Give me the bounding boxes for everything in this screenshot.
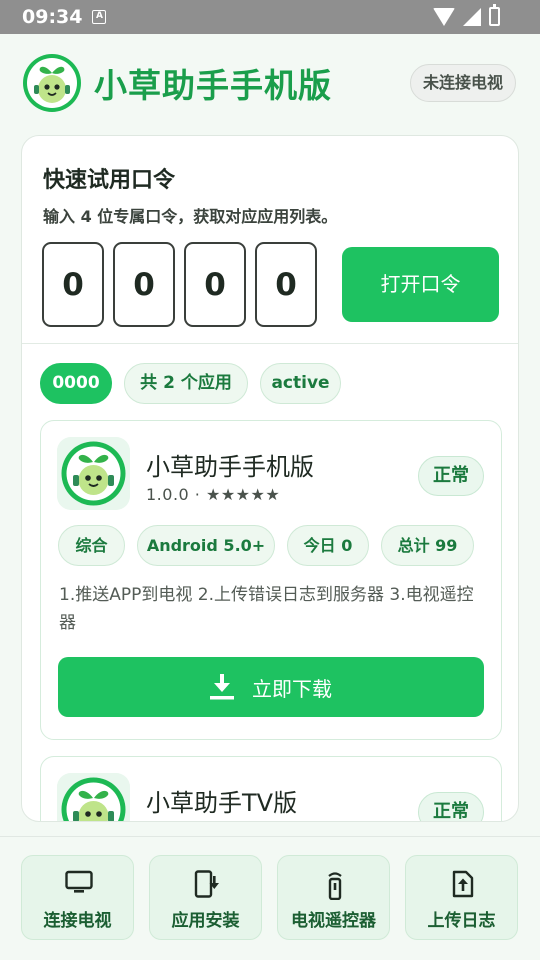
quick-trial-title: 快速试用口令: [43, 168, 176, 193]
file-upload-icon: [452, 870, 474, 898]
app-description: 1.推送APP到电视 2.上传错误日志到服务器 3.电视遥控器: [59, 585, 474, 633]
total-downloads-tag: 总计 99: [381, 525, 474, 566]
nav-label: 应用安装: [171, 911, 240, 931]
code-digit-input-4[interactable]: 0: [255, 242, 317, 327]
app-icon: [57, 773, 130, 821]
app-version-rating: 1.0.0 · ★★★★★: [146, 485, 281, 504]
code-digit-input-3[interactable]: 0: [184, 242, 246, 327]
quick-trial-description: 输入 4 位专属口令，获取对应应用列表。: [43, 207, 338, 226]
app-name: 小草助手手机版: [146, 453, 314, 481]
remote-icon: [328, 872, 342, 900]
phone-download-icon: [194, 870, 219, 898]
open-code-button[interactable]: 打开口令: [342, 247, 499, 322]
app-name: 小草助手TV版: [146, 789, 298, 817]
wifi-icon: [433, 7, 455, 26]
page-title: 小草助手手机版: [94, 66, 332, 105]
category-tag: 综合: [58, 525, 125, 566]
status-icons: [433, 4, 500, 26]
status-bar: 09:34 A: [0, 0, 540, 34]
status-badge: 正常: [418, 792, 484, 821]
download-label: 立即下载: [252, 676, 332, 701]
nav-label: 电视遥控器: [291, 911, 376, 931]
nav-label: 连接电视: [43, 911, 112, 931]
app-card: 小草助手手机版 1.0.0 · ★★★★★ 正常 综合 Android 5.0+…: [40, 420, 502, 740]
divider: [22, 343, 518, 344]
app-count-chip: 共 2 个应用: [124, 363, 248, 404]
code-digit-input-2[interactable]: 0: [113, 242, 175, 327]
upload-log-button[interactable]: 上传日志: [405, 855, 518, 940]
status-badge: 正常: [418, 456, 484, 496]
code-digit-input-1[interactable]: 0: [42, 242, 104, 327]
download-button[interactable]: 立即下载: [58, 657, 484, 717]
android-version-tag: Android 5.0+: [137, 525, 275, 566]
bottom-nav: 连接电视 应用安装 电视遥控器 上传日志: [0, 836, 540, 960]
accessibility-icon: A: [92, 10, 107, 24]
state-chip: active: [260, 363, 341, 404]
status-time: 09:34: [22, 6, 83, 28]
nav-label: 上传日志: [427, 911, 496, 931]
today-downloads-tag: 今日 0: [287, 525, 369, 566]
signal-icon: [463, 7, 481, 26]
app-icon: [57, 437, 130, 510]
battery-icon: [489, 4, 500, 26]
code-chip: 0000: [40, 363, 112, 404]
app-header: 小草助手手机版 未连接电视: [22, 52, 518, 114]
app-card: 小草助手TV版 正常: [40, 756, 502, 821]
tv-icon: [65, 870, 93, 893]
tv-remote-button[interactable]: 电视遥控器: [277, 855, 390, 940]
main-card: 快速试用口令 输入 4 位专属口令，获取对应应用列表。 0 0 0 0 打开口令…: [21, 135, 519, 822]
app-logo-icon: [23, 54, 81, 112]
connect-tv-button[interactable]: 连接电视: [21, 855, 134, 940]
connection-status-badge[interactable]: 未连接电视: [409, 64, 516, 102]
download-icon: [210, 674, 234, 700]
install-app-button[interactable]: 应用安装: [149, 855, 262, 940]
